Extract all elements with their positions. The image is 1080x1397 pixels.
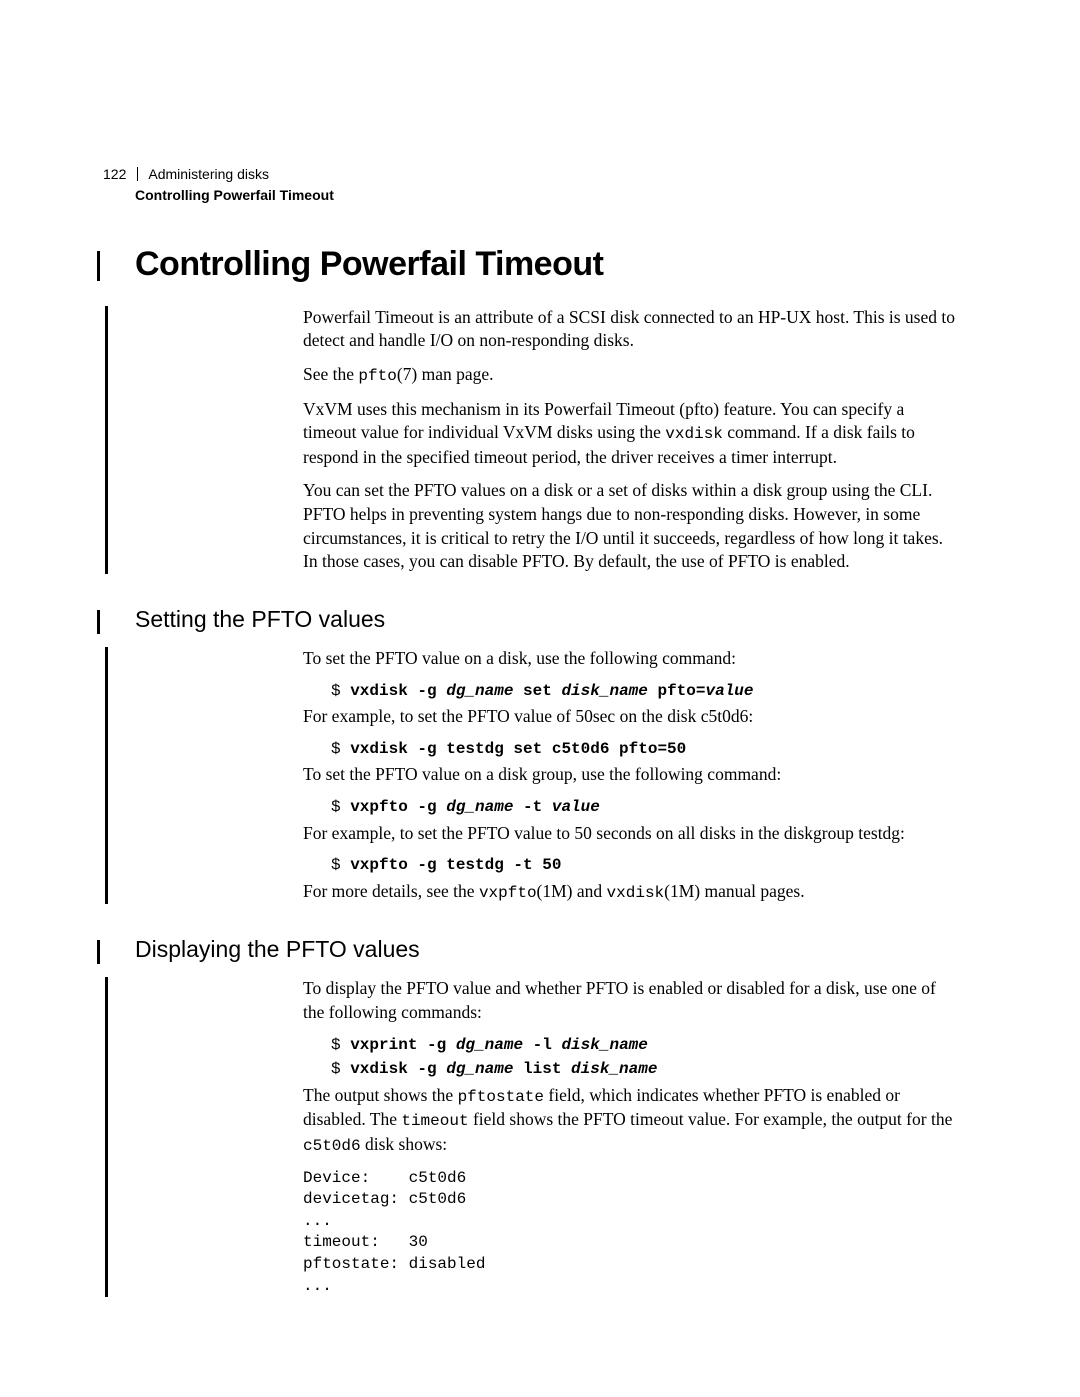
code-inline: timeout bbox=[401, 1112, 468, 1130]
displaying-section: To display the PFTO value and whether PF… bbox=[135, 977, 960, 1297]
cmd-arg: disk_name bbox=[561, 682, 647, 700]
text-run: (1M) manual pages. bbox=[664, 881, 804, 901]
prompt: $ bbox=[331, 1060, 350, 1078]
page-number: 122 bbox=[103, 166, 126, 182]
prompt: $ bbox=[331, 798, 350, 816]
paragraph: You can set the PFTO values on a disk or… bbox=[303, 479, 960, 574]
paragraph: For example, to set the PFTO value to 50… bbox=[303, 822, 960, 846]
paragraph: To set the PFTO value on a disk group, u… bbox=[303, 763, 960, 787]
revision-bar-icon bbox=[105, 306, 108, 574]
paragraph: For example, to set the PFTO value of 50… bbox=[303, 705, 960, 729]
paragraph: See the pfto(7) man page. bbox=[303, 363, 960, 388]
text-run: (1M) and bbox=[537, 881, 607, 901]
page-header: 122 Administering disks Controlling Powe… bbox=[103, 165, 960, 205]
text-run: For more details, see the bbox=[303, 881, 479, 901]
cmd-bold: -t bbox=[513, 798, 551, 816]
cmd-bold: vxpfto -g testdg -t 50 bbox=[350, 856, 561, 874]
prompt: $ bbox=[331, 740, 350, 758]
h2-wrap-displaying: Displaying the PFTO values bbox=[135, 936, 960, 963]
cmd-arg: dg_name bbox=[456, 1036, 523, 1054]
command-line: $ vxpfto -g testdg -t 50 bbox=[331, 855, 960, 877]
prompt: $ bbox=[331, 856, 350, 874]
cmd-arg: dg_name bbox=[446, 682, 513, 700]
setting-section: To set the PFTO value on a disk, use the… bbox=[135, 647, 960, 904]
h1-wrap: Controlling Powerfail Timeout bbox=[135, 245, 960, 284]
command-line: $ vxdisk -g testdg set c5t0d6 pfto=50 bbox=[331, 739, 960, 761]
paragraph: To set the PFTO value on a disk, use the… bbox=[303, 647, 960, 671]
cmd-arg: dg_name bbox=[446, 1060, 513, 1078]
cmd-arg: disk_name bbox=[571, 1060, 657, 1078]
revision-bar-icon bbox=[105, 647, 108, 904]
cmd-bold: vxprint -g bbox=[350, 1036, 456, 1054]
paragraph: The output shows the pftostate field, wh… bbox=[303, 1084, 960, 1158]
revision-bar-icon bbox=[105, 977, 108, 1297]
sub-heading: Displaying the PFTO values bbox=[135, 936, 960, 963]
command-line: $ vxprint -g dg_name -l disk_name bbox=[331, 1035, 960, 1057]
intro-body: Powerfail Timeout is an attribute of a S… bbox=[303, 306, 960, 574]
cmd-bold: vxdisk -g testdg set c5t0d6 pfto=50 bbox=[350, 740, 686, 758]
code-inline: vxpfto bbox=[479, 884, 537, 902]
cmd-bold: vxdisk -g bbox=[350, 1060, 446, 1078]
prompt: $ bbox=[331, 682, 350, 700]
cmd-bold: set bbox=[513, 682, 561, 700]
cmd-arg: dg_name bbox=[446, 798, 513, 816]
paragraph: For more details, see the vxpfto(1M) and… bbox=[303, 880, 960, 905]
revision-bar-icon bbox=[97, 610, 100, 634]
code-inline: vxdisk bbox=[665, 425, 723, 443]
text-run: field shows the PFTO timeout value. For … bbox=[469, 1109, 953, 1129]
displaying-body: To display the PFTO value and whether PF… bbox=[303, 977, 960, 1297]
command-line: $ vxpfto -g dg_name -t value bbox=[331, 797, 960, 819]
cmd-bold: -l bbox=[523, 1036, 561, 1054]
revision-bar-icon bbox=[97, 940, 100, 964]
cmd-bold: pfto= bbox=[648, 682, 706, 700]
setting-body: To set the PFTO value on a disk, use the… bbox=[303, 647, 960, 904]
cmd-bold: vxdisk -g bbox=[350, 682, 446, 700]
cmd-arg: value bbox=[705, 682, 753, 700]
code-inline: pfto bbox=[358, 367, 396, 385]
sub-heading: Setting the PFTO values bbox=[135, 606, 960, 633]
h2-wrap-setting: Setting the PFTO values bbox=[135, 606, 960, 633]
paragraph: VxVM uses this mechanism in its Powerfai… bbox=[303, 398, 960, 470]
code-inline: pftostate bbox=[458, 1088, 544, 1106]
prompt: $ bbox=[331, 1036, 350, 1054]
text-run: See the bbox=[303, 364, 358, 384]
revision-bar-icon bbox=[97, 251, 100, 281]
command-line: $ vxdisk -g dg_name list disk_name bbox=[331, 1059, 960, 1081]
text-run: The output shows the bbox=[303, 1085, 458, 1105]
command-line: $ vxdisk -g dg_name set disk_name pfto=v… bbox=[331, 681, 960, 703]
cmd-arg: value bbox=[552, 798, 600, 816]
code-inline: c5t0d6 bbox=[303, 1137, 361, 1155]
main-heading: Controlling Powerfail Timeout bbox=[135, 245, 960, 284]
paragraph: Powerfail Timeout is an attribute of a S… bbox=[303, 306, 960, 353]
document-page: 122 Administering disks Controlling Powe… bbox=[0, 0, 1080, 1297]
cmd-arg: disk_name bbox=[561, 1036, 647, 1054]
intro-section: Powerfail Timeout is an attribute of a S… bbox=[135, 306, 960, 574]
code-inline: vxdisk bbox=[607, 884, 665, 902]
cmd-bold: list bbox=[513, 1060, 571, 1078]
chapter-title: Administering disks bbox=[148, 166, 269, 182]
paragraph: To display the PFTO value and whether PF… bbox=[303, 977, 960, 1024]
cmd-bold: vxpfto -g bbox=[350, 798, 446, 816]
text-run: (7) man page. bbox=[397, 364, 494, 384]
header-separator bbox=[137, 167, 138, 181]
section-reference: Controlling Powerfail Timeout bbox=[135, 186, 960, 205]
text-run: disk shows: bbox=[361, 1134, 448, 1154]
output-block: Device: c5t0d6 devicetag: c5t0d6 ... tim… bbox=[303, 1168, 960, 1298]
